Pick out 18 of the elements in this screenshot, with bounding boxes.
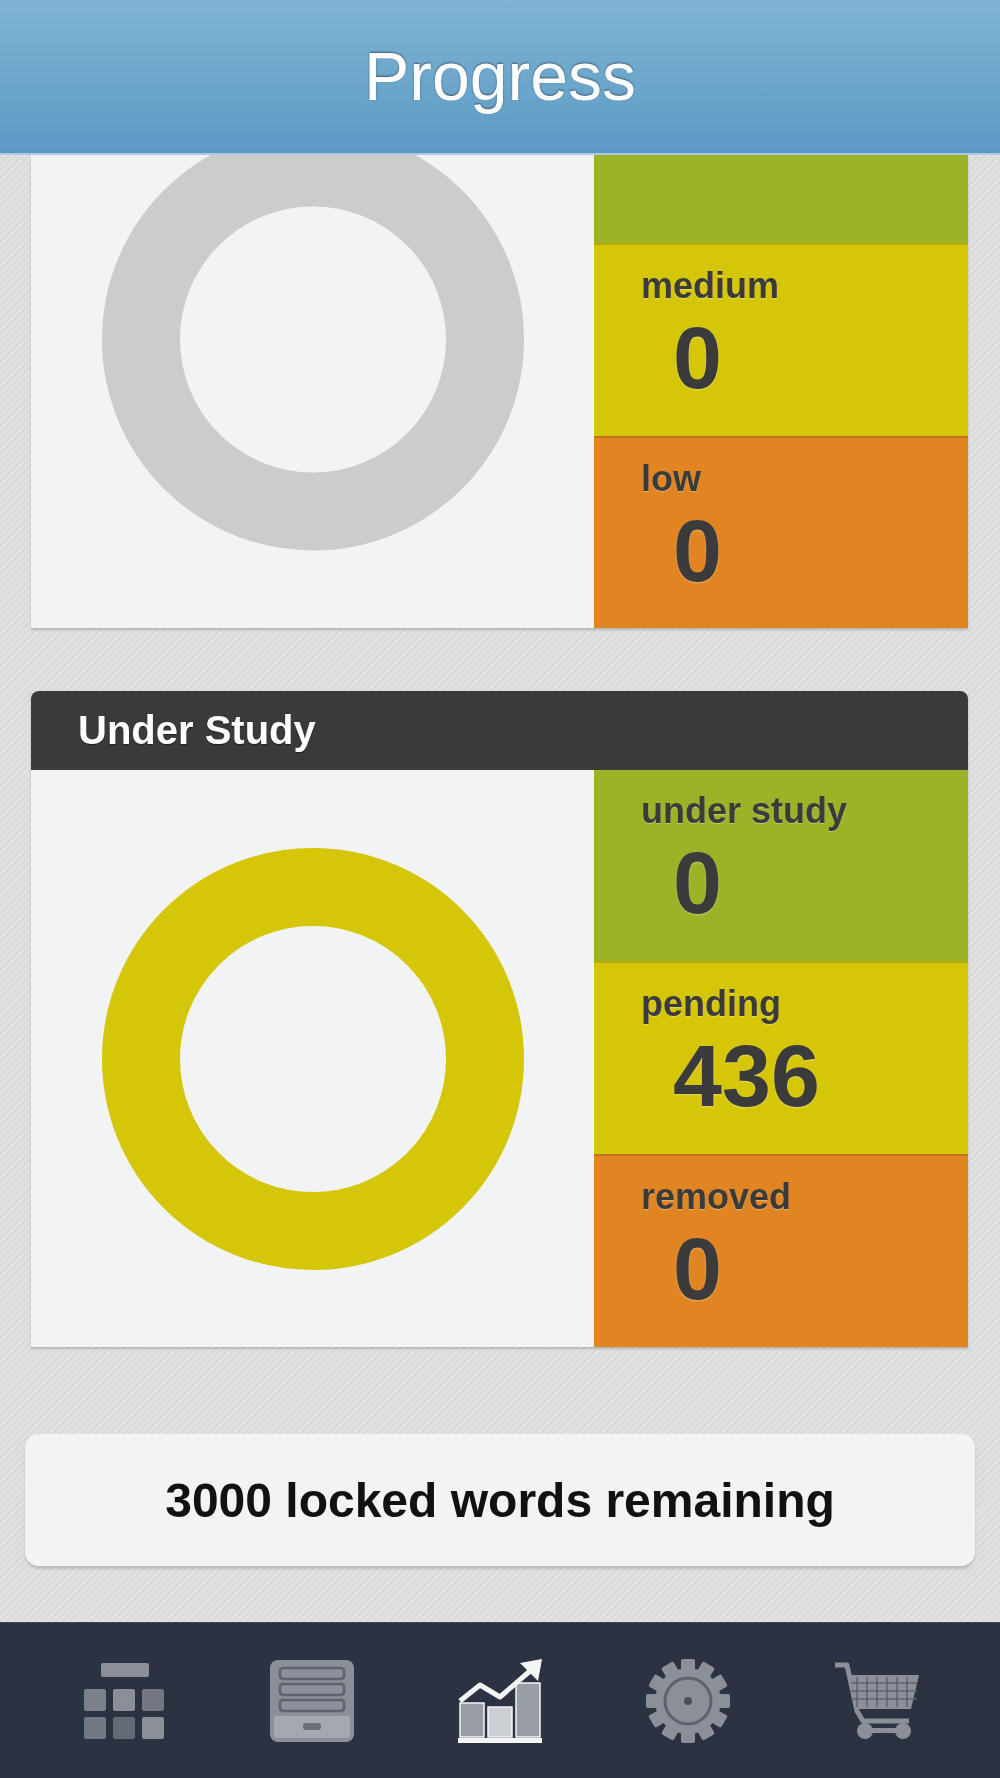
stat-label: under study <box>641 789 847 832</box>
stat-value: 0 <box>673 839 722 927</box>
stat-label: removed <box>641 1175 792 1218</box>
stat-label: pending <box>641 982 781 1025</box>
locked-words-button[interactable]: 3000 locked words remaining <box>25 1434 975 1566</box>
chart-icon <box>458 1658 542 1743</box>
gear-icon <box>646 1658 730 1743</box>
grid-icon <box>84 1662 164 1739</box>
drawer-icon <box>270 1659 354 1742</box>
stat-value: 436 <box>673 1032 820 1120</box>
card-title: Under Study <box>78 708 316 753</box>
stat-label: medium <box>641 264 780 307</box>
stat-value: 0 <box>673 506 722 595</box>
stat-label: low <box>641 456 701 500</box>
stat-value: 0 <box>673 314 722 402</box>
page-title: Progress <box>363 37 637 116</box>
stat-value: 0 <box>673 1225 722 1313</box>
cart-icon <box>833 1660 919 1741</box>
